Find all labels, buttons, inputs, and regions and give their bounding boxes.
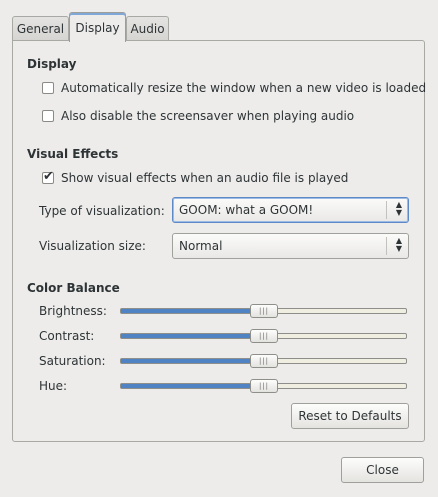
saturation-slider-handle[interactable]: |||: [250, 354, 278, 368]
brightness-label: Brightness:: [39, 304, 107, 318]
contrast-slider-handle[interactable]: |||: [250, 329, 278, 343]
brightness-slider[interactable]: |||: [120, 304, 407, 318]
tab-display-label: Display: [75, 20, 120, 35]
tab-general[interactable]: General: [12, 16, 69, 40]
visualization-type-label: Type of visualization:: [39, 204, 165, 218]
visualization-size-combo[interactable]: Normal ▲ ▼: [172, 233, 409, 259]
saturation-slider-fill: [121, 359, 264, 363]
visualization-type-combo[interactable]: GOOM: what a GOOM! ▲ ▼: [172, 197, 409, 223]
hue-slider[interactable]: |||: [120, 379, 407, 393]
tab-audio-label: Audio: [130, 21, 165, 36]
saturation-label: Saturation:: [39, 354, 106, 368]
grip-icon: |||: [258, 382, 270, 390]
show-visual-effects-label[interactable]: Show visual effects when an audio file i…: [61, 171, 348, 185]
brightness-slider-handle[interactable]: |||: [250, 304, 278, 318]
screensaver-checkbox-label[interactable]: Also disable the screensaver when playin…: [61, 109, 354, 123]
grip-icon: |||: [258, 357, 270, 365]
hue-slider-fill: [121, 384, 264, 388]
grip-icon: |||: [258, 332, 270, 340]
reset-to-defaults-label: Reset to Defaults: [298, 409, 402, 423]
updown-arrows-icon: ▲ ▼: [395, 236, 402, 253]
close-button[interactable]: Close: [341, 457, 424, 483]
contrast-label: Contrast:: [39, 329, 95, 343]
tab-general-label: General: [16, 21, 65, 36]
grip-icon: |||: [258, 307, 270, 315]
contrast-slider-fill: [121, 334, 264, 338]
resize-checkbox-label[interactable]: Automatically resize the window when a n…: [61, 81, 426, 95]
tab-audio[interactable]: Audio: [126, 16, 169, 40]
resize-checkbox[interactable]: [42, 82, 54, 94]
display-section-title: Display: [27, 57, 77, 71]
visualization-size-label: Visualization size:: [39, 239, 146, 253]
hue-slider-handle[interactable]: |||: [250, 379, 278, 393]
reset-to-defaults-button[interactable]: Reset to Defaults: [291, 403, 409, 429]
show-visual-effects-checkbox[interactable]: ✔: [42, 169, 54, 184]
visual-effects-section-title: Visual Effects: [27, 147, 119, 161]
color-balance-section-title: Color Balance: [27, 281, 120, 295]
updown-arrows-icon: ▲ ▼: [395, 200, 402, 217]
screensaver-checkbox[interactable]: [42, 110, 54, 122]
contrast-slider[interactable]: |||: [120, 329, 407, 343]
hue-label: Hue:: [39, 379, 68, 393]
saturation-slider[interactable]: |||: [120, 354, 407, 368]
visualization-size-value: Normal: [179, 239, 223, 253]
brightness-slider-fill: [121, 309, 264, 313]
checkmark-icon: ✔: [43, 169, 54, 184]
close-button-label: Close: [366, 463, 399, 477]
visualization-type-value: GOOM: what a GOOM!: [179, 203, 314, 217]
tab-display[interactable]: Display: [69, 12, 126, 42]
